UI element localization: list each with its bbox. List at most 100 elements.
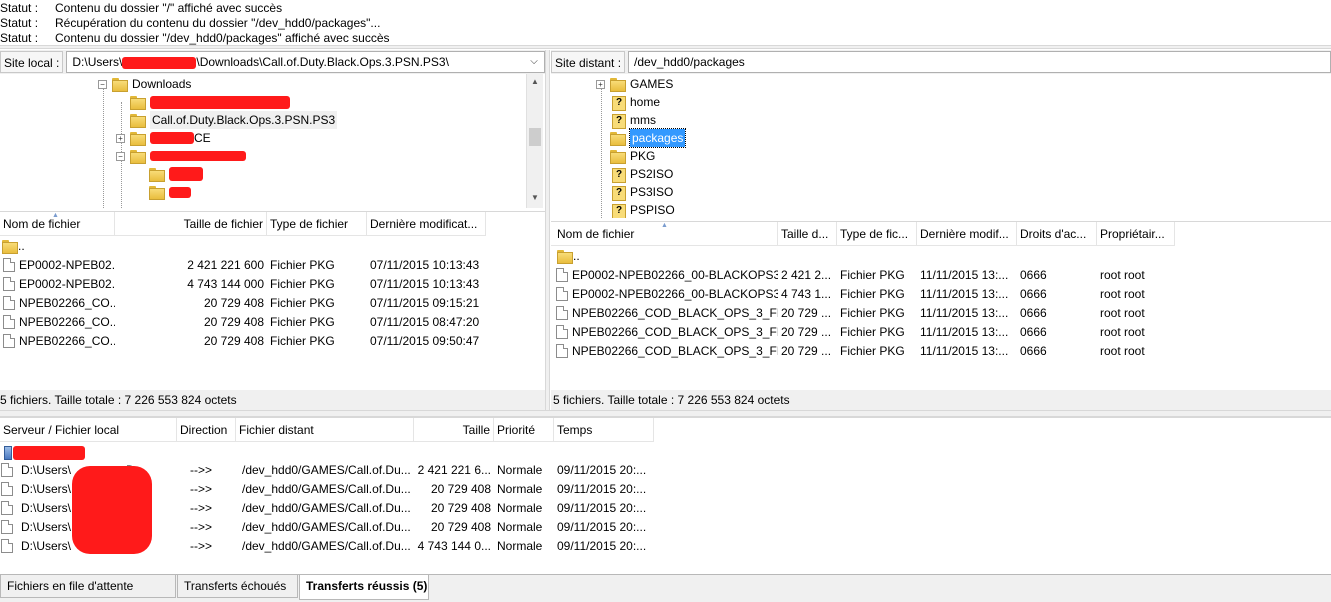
file-type: Fichier PKG (270, 315, 335, 329)
column-header-type[interactable]: Type de fichier (267, 212, 367, 236)
file-icon (556, 325, 568, 339)
remote-directory-tree[interactable]: + GAMES home mms packages PKG PS2ISO PS3… (551, 74, 1331, 218)
remote-site-label: Site distant : (551, 51, 626, 73)
queue-time: 09/11/2015 20:... (557, 463, 647, 477)
file-name-cell: EP0002-NPEB02... (0, 275, 115, 294)
local-tree-scrollbar[interactable]: ▲ ▼ (526, 74, 543, 208)
unknown-folder-icon (609, 113, 626, 129)
table-row[interactable]: EP0002-NPEB02... 2 421 221 600 Fichier PKG… (0, 256, 486, 275)
unknown-folder-icon (609, 185, 626, 201)
table-row[interactable]: NPEB02266_COD_BLACK_OPS_3_FIX... 20 729 .… (551, 323, 1175, 342)
remote-path-input[interactable]: /dev_hdd0/packages (628, 51, 1331, 73)
file-icon (556, 268, 568, 282)
tree-node-label: PS2ISO (630, 167, 674, 181)
file-icon (556, 306, 568, 320)
column-header-time[interactable]: Temps (554, 418, 654, 442)
tree-node-pspiso[interactable]: PSPISO (609, 201, 675, 218)
local-directory-tree[interactable]: − Downloads Call.of.Duty.Black.Ops.3.PSN… (0, 74, 545, 208)
table-row[interactable]: .. (551, 247, 1175, 266)
file-icon (556, 344, 568, 358)
column-header-size[interactable]: Taille (414, 418, 494, 442)
queue-server-row[interactable] (0, 443, 85, 462)
collapse-icon[interactable]: − (116, 151, 125, 161)
scroll-down-icon[interactable]: ▼ (527, 190, 543, 206)
file-name: EP0002-NPEB02... (19, 277, 115, 291)
queue-direction: -->> (190, 463, 213, 477)
sort-ascending-icon: ▲ (52, 212, 59, 219)
table-row[interactable]: EP0002-NPEB02... 4 743 144 000 Fichier PKG… (0, 275, 486, 294)
file-modified: 07/11/2015 10:13:43 (370, 277, 480, 291)
table-row[interactable]: NPEB02266_CO... 20 729 408 Fichier PKG 07/1… (0, 313, 486, 332)
queue-tabs: Fichiers en file d'attente Transferts éc… (0, 574, 1331, 602)
column-header-modified[interactable]: Dernière modif... (917, 222, 1017, 246)
table-row[interactable]: EP0002-NPEB02266_00-BLACKOPS3... 2 421 2.… (551, 266, 1175, 285)
queue-time: 09/11/2015 20:... (557, 539, 647, 553)
tree-node-redacted[interactable] (129, 93, 290, 111)
table-row[interactable]: NPEB02266_COD_BLACK_OPS_3_FIX... 20 729 .… (551, 342, 1175, 361)
column-header-type[interactable]: Type de fic... (837, 222, 917, 246)
tree-node-redacted[interactable] (148, 165, 203, 183)
file-name: .. (573, 249, 580, 263)
unknown-folder-icon (609, 95, 626, 111)
folder-icon (556, 250, 573, 264)
tab-failed-transfers[interactable]: Transferts échoués (177, 575, 298, 598)
file-name-cell: .. (0, 237, 115, 256)
column-header-local-file[interactable]: Serveur / Fichier local (0, 418, 177, 442)
table-row[interactable]: EP0002-NPEB02266_00-BLACKOPS3... 4 743 1.… (551, 285, 1175, 304)
table-row[interactable]: .. (0, 237, 486, 256)
queue-priority: Normale (497, 463, 543, 477)
column-header-size[interactable]: Taille d... (778, 222, 837, 246)
log-splitter[interactable] (0, 45, 1331, 49)
tree-node-redacted[interactable]: − (116, 147, 246, 165)
tree-node-label: Downloads (132, 77, 192, 91)
tree-node-packages[interactable]: packages (609, 128, 687, 148)
collapse-icon[interactable]: − (98, 79, 107, 89)
tab-queued-files[interactable]: Fichiers en file d'attente (0, 575, 176, 598)
queue-remote-file: /dev_hdd0/GAMES/Call.of.Du... (242, 482, 411, 496)
chevron-down-icon[interactable]: ⌵ (526, 52, 542, 72)
expand-icon[interactable]: + (596, 79, 605, 89)
transfer-queue[interactable]: Serveur / Fichier local Direction Fichie… (0, 417, 1331, 572)
queue-local-path: D:\Users\ (21, 463, 72, 477)
column-header-modified[interactable]: Dernière modificat... (367, 212, 486, 236)
pane-splitter[interactable] (545, 50, 550, 410)
queue-local-path: D:\Users\ (21, 501, 72, 515)
queue-direction: -->> (190, 539, 213, 553)
tree-node-ps3iso[interactable]: PS3ISO (609, 183, 673, 201)
tree-node-label: GAMES (630, 77, 674, 91)
file-size: 4 743 1... (781, 287, 832, 301)
file-size (115, 237, 267, 256)
tree-node-ps2iso[interactable]: PS2ISO (609, 165, 673, 183)
column-header-size[interactable]: Taille de fichier (115, 212, 267, 236)
local-file-list[interactable]: Nom de fichier Taille de fichier Type de… (0, 211, 545, 410)
tree-node-pkg[interactable]: PKG (609, 147, 655, 165)
column-header-permissions[interactable]: Droits d'ac... (1017, 222, 1097, 246)
scroll-up-icon[interactable]: ▲ (527, 74, 543, 90)
queue-size: 2 421 221 6... (417, 463, 491, 477)
tree-node-games[interactable]: + GAMES (596, 75, 673, 93)
file-size: 2 421 2... (781, 268, 832, 282)
expand-icon[interactable]: + (116, 133, 125, 143)
column-header-priority[interactable]: Priorité (494, 418, 554, 442)
column-header-owner[interactable]: Propriétair... (1097, 222, 1175, 246)
scroll-thumb[interactable] (529, 128, 541, 146)
tree-node-downloads[interactable]: − Downloads (98, 75, 191, 93)
tree-node-mms[interactable]: mms (609, 111, 656, 129)
remote-file-list[interactable]: Nom de fichier Taille d... Type de fic..… (551, 221, 1331, 410)
queue-size: 20 729 408 (430, 501, 491, 515)
table-row[interactable]: NPEB02266_CO... 20 729 408 Fichier PKG 07/1… (0, 294, 486, 313)
tab-successful-transfers[interactable]: Transferts réussis (5) (299, 575, 429, 600)
column-header-remote-file[interactable]: Fichier distant (236, 418, 414, 442)
column-header-direction[interactable]: Direction (177, 418, 236, 442)
file-icon (1, 501, 13, 515)
tree-node-redacted[interactable] (148, 183, 191, 201)
file-permissions: 0666 (1020, 287, 1047, 301)
tree-node-redacted[interactable]: + CE (116, 129, 211, 147)
table-row[interactable]: NPEB02266_CO... 20 729 408 Fichier PKG 07/1… (0, 332, 486, 351)
tree-node-home[interactable]: home (609, 93, 660, 111)
tree-node-call-of-duty[interactable]: Call.of.Duty.Black.Ops.3.PSN.PS3 (129, 111, 338, 129)
queue-splitter[interactable] (0, 410, 1331, 417)
file-owner: root root (1100, 325, 1145, 339)
local-path-input[interactable]: D:\Users\ \Downloads\Call.of.Duty.Black.O… (66, 51, 545, 73)
table-row[interactable]: NPEB02266_COD_BLACK_OPS_3_FIX... 20 729 .… (551, 304, 1175, 323)
